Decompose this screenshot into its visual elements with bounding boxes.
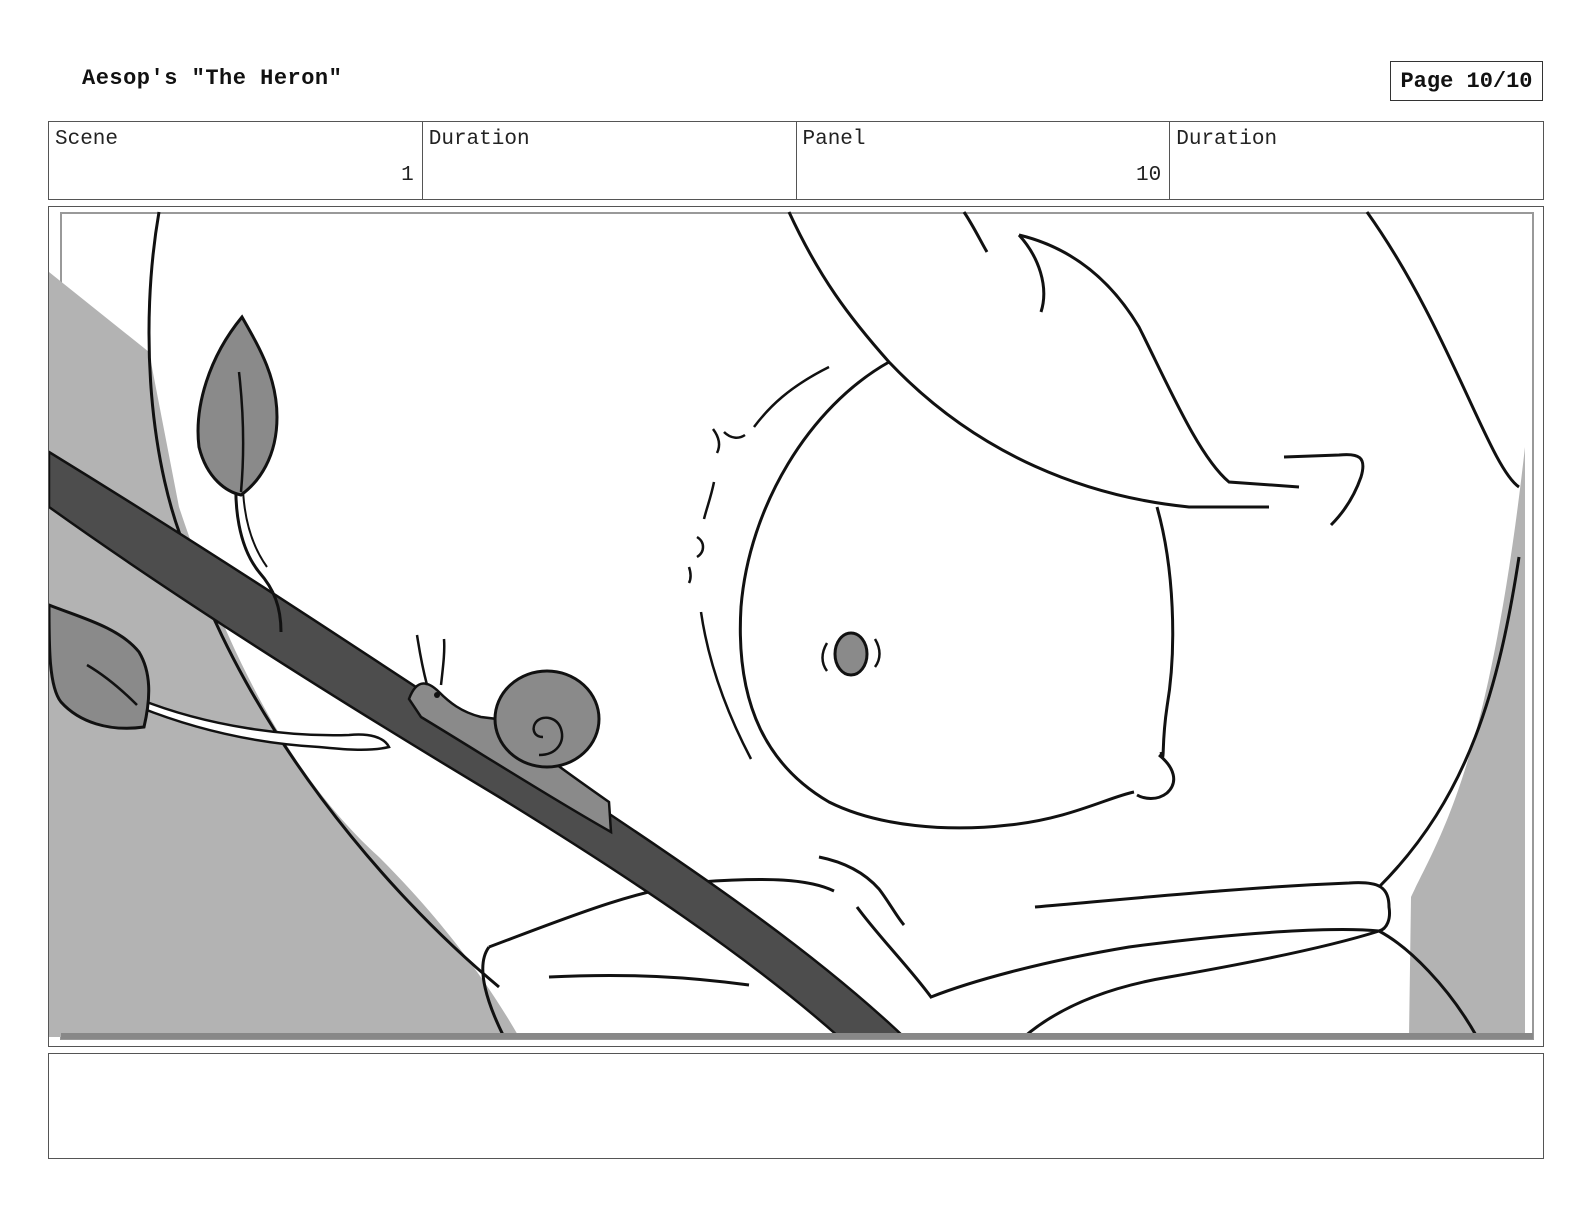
scene-duration-cell[interactable]: Duration (423, 122, 797, 199)
panel-duration-cell[interactable]: Duration (1170, 122, 1543, 199)
hair-strand (1017, 233, 1046, 313)
scene-number: 1 (401, 164, 414, 187)
shoulder-line (1023, 929, 1479, 1039)
frame-bottom-edge (61, 1033, 1533, 1039)
eye-right-outline (1155, 506, 1175, 759)
collar-right (1034, 881, 1391, 933)
right-background-shape (1409, 447, 1525, 1037)
page-indicator: Page 10/10 (1390, 61, 1543, 101)
hair-strand-2 (962, 211, 989, 253)
panel-notes-box[interactable] (48, 1053, 1544, 1159)
sweat-mark-1 (711, 428, 746, 454)
eye-stroke-2 (702, 481, 716, 520)
eye-stroke-1 (753, 365, 830, 428)
hair-line (787, 211, 1269, 509)
tear-drop (1136, 753, 1176, 800)
eye-outline (738, 360, 1135, 830)
storyboard-title: Aesop's "The Heron" (82, 66, 343, 91)
upper-leaf (196, 314, 279, 497)
scene-label: Scene (55, 128, 119, 151)
storyboard-panel-image (48, 206, 1544, 1047)
panel-cell: Panel 10 (797, 122, 1171, 199)
scene-cell: Scene 1 (49, 122, 423, 199)
collar-fold (548, 973, 750, 987)
panel-info-row: Scene 1 Duration Panel 10 Duration (48, 121, 1544, 200)
eye-stroke-3 (699, 611, 753, 760)
panel-duration-label: Duration (1176, 128, 1278, 151)
panel-label: Panel (802, 128, 866, 151)
snail-eye (434, 692, 440, 698)
eyebrow (1283, 453, 1365, 527)
pupil (833, 631, 869, 677)
panel-drawing (49, 211, 1534, 1040)
snail-antennae (415, 634, 446, 686)
scene-duration-label: Duration (428, 128, 530, 151)
snail-shell (493, 669, 601, 769)
sweat-mark-2 (687, 535, 705, 584)
panel-number: 10 (1136, 164, 1162, 187)
hair-lock (1018, 233, 1300, 489)
